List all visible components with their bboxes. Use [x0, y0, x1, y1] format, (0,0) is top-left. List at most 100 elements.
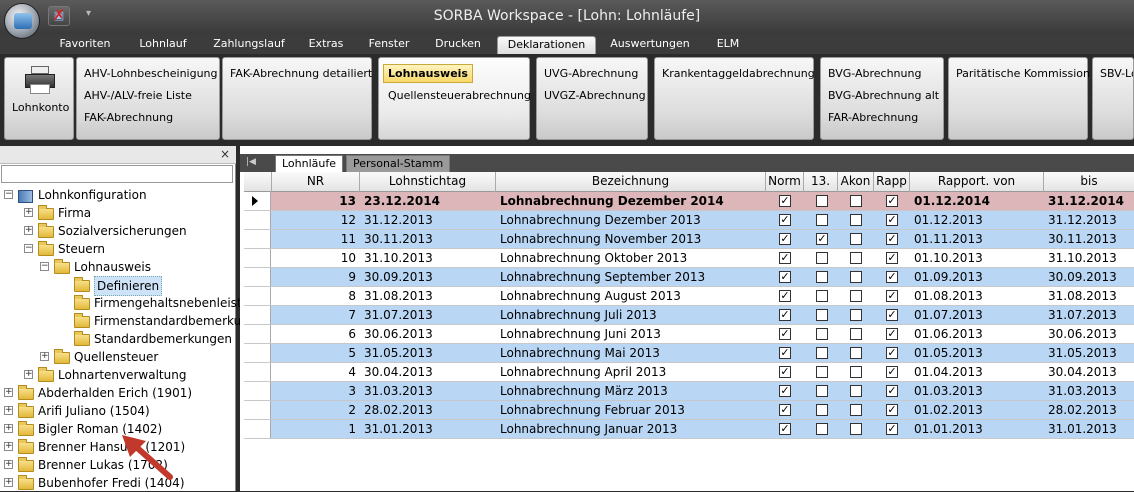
bvg-abrechnung-button[interactable]: BVG-Abrechnung [823, 64, 926, 83]
expand-icon[interactable]: + [24, 370, 33, 379]
ahv-alv-freie-liste-button[interactable]: AHV-/ALV-freie Liste [79, 86, 197, 105]
row-selector[interactable] [244, 249, 271, 267]
checkbox-rapp[interactable]: ✓ [886, 347, 898, 359]
sbv-button[interactable]: SBV-Lo [1095, 64, 1133, 83]
checkbox-m13[interactable] [816, 328, 828, 340]
checkbox-norm[interactable]: ✓ [779, 347, 791, 359]
expand-icon[interactable]: + [4, 478, 13, 487]
tree-item[interactable]: + Firma [0, 204, 236, 222]
checkbox-norm[interactable]: ✓ [779, 309, 791, 321]
checkbox-m13[interactable] [816, 366, 828, 378]
checkbox-akon[interactable] [850, 214, 862, 226]
lohnausweis-button[interactable]: Lohnausweis [383, 64, 473, 83]
tree-item[interactable]: Firmenstandardbemerkungen [0, 312, 271, 330]
checkbox-akon[interactable] [850, 347, 862, 359]
checkbox-akon[interactable] [850, 328, 862, 340]
col-rapp[interactable]: Rapp [874, 172, 910, 192]
checkbox-akon[interactable] [850, 290, 862, 302]
tab-auswertungen[interactable]: Auswertungen [606, 36, 694, 54]
checkbox-m13[interactable] [816, 423, 828, 435]
table-row[interactable]: 6 30.06.2013 Lohnabrechnung Juni 2013 01.06… [244, 325, 1134, 344]
expand-icon[interactable]: + [24, 226, 33, 235]
quellensteuerabrechnung-button[interactable]: Quellensteuerabrechnung [383, 86, 536, 105]
expand-icon[interactable]: + [4, 442, 13, 451]
checkbox-m13[interactable] [816, 252, 828, 264]
row-selector[interactable] [244, 287, 271, 305]
row-selector[interactable] [244, 268, 271, 286]
krankentaggeldabrechnung-button[interactable]: Krankentaggeldabrechnung [657, 64, 820, 83]
col-13[interactable]: 13. [804, 172, 838, 192]
checkbox-akon[interactable] [850, 195, 862, 207]
expand-icon[interactable]: + [4, 424, 13, 433]
expand-icon[interactable]: + [4, 388, 13, 397]
checkbox-norm[interactable]: ✓ [779, 404, 791, 416]
collapse-icon[interactable]: − [40, 262, 49, 271]
tab-extras[interactable]: Extras [302, 36, 350, 54]
expand-icon[interactable]: + [40, 352, 49, 361]
checkbox-rapp[interactable]: ✓ [886, 309, 898, 321]
table-row[interactable]: 5 31.05.2013 Lohnabrechnung Mai 2013 01.05.… [244, 344, 1134, 363]
ahv-lohnbescheinigung-button[interactable]: AHV-Lohnbescheinigung [79, 64, 223, 83]
checkbox-norm[interactable]: ✓ [779, 271, 791, 283]
table-row[interactable]: 7 31.07.2013 Lohnabrechnung Juli 2013 01.07… [244, 306, 1134, 325]
row-selector[interactable] [244, 192, 271, 210]
col-norm[interactable]: Norm [766, 172, 804, 192]
row-selector[interactable] [244, 382, 271, 400]
tree-item[interactable]: + Abderhalden Erich (1901) [0, 384, 236, 402]
tree-item[interactable]: − Lohnkonfiguration [0, 186, 236, 204]
col-lohnstichtag[interactable]: Lohnstichtag [360, 172, 496, 192]
tree-item[interactable]: Firmengehaltsnebenleistungen [0, 294, 279, 312]
checkbox-norm[interactable]: ✓ [779, 195, 791, 207]
row-selector[interactable] [244, 401, 271, 419]
table-row[interactable]: 3 31.03.2013 Lohnabrechnung März 2013 01.03… [244, 382, 1134, 401]
checkbox-akon[interactable] [850, 423, 862, 435]
col-bezeichnung[interactable]: Bezeichnung [496, 172, 766, 192]
table-row[interactable]: 4 30.04.2013 Lohnabrechnung April 2013 01.0… [244, 363, 1134, 382]
checkbox-m13[interactable] [816, 271, 828, 283]
checkbox-rapp[interactable]: ✓ [886, 252, 898, 264]
collapse-icon[interactable]: − [24, 244, 33, 253]
tab-deklarationen[interactable]: Deklarationen [497, 36, 596, 54]
checkbox-rapp[interactable]: ✓ [886, 366, 898, 378]
checkbox-akon[interactable] [850, 309, 862, 321]
checkbox-m13[interactable] [816, 404, 828, 416]
tab-elm[interactable]: ELM [708, 36, 748, 54]
table-row[interactable]: 12 31.12.2013 Lohnabrechnung Dezember 2013… [244, 211, 1134, 230]
table-row[interactable]: 10 31.10.2013 Lohnabrechnung Oktober 2013 0… [244, 249, 1134, 268]
tree-item[interactable]: Standardbemerkungen [0, 330, 236, 348]
tab-drucken[interactable]: Drucken [428, 36, 488, 54]
checkbox-m13[interactable]: ✓ [816, 233, 828, 245]
checkbox-m13[interactable] [816, 214, 828, 226]
table-row[interactable]: 1 31.01.2013 Lohnabrechnung Januar 2013 01.… [244, 420, 1134, 439]
row-selector[interactable] [244, 363, 271, 381]
collapse-icon[interactable]: − [4, 190, 13, 199]
checkbox-norm[interactable]: ✓ [779, 423, 791, 435]
expand-icon[interactable]: + [4, 460, 13, 469]
fak-abrechnung-detailiert-button[interactable]: FAK-Abrechnung detailiert [225, 64, 377, 83]
checkbox-norm[interactable]: ✓ [779, 214, 791, 226]
checkbox-rapp[interactable]: ✓ [886, 328, 898, 340]
checkbox-m13[interactable] [816, 309, 828, 321]
paritaetische-kommission-button[interactable]: Paritätische Kommission [951, 64, 1095, 83]
checkbox-akon[interactable] [850, 271, 862, 283]
table-row[interactable]: 13 23.12.2014 Lohnabrechnung Dezember 2014… [244, 192, 1134, 211]
checkbox-rapp[interactable]: ✓ [886, 271, 898, 283]
tree-item[interactable]: + Arifi Juliano (1504) [0, 402, 236, 420]
checkbox-rapp[interactable]: ✓ [886, 385, 898, 397]
bvg-abrechnung-alt-button[interactable]: BVG-Abrechnung alt [823, 86, 944, 105]
table-row[interactable]: 11 30.11.2013 Lohnabrechnung November 2013… [244, 230, 1134, 249]
tab-fenster[interactable]: Fenster [362, 36, 416, 54]
tab-favoriten[interactable]: Favoriten [52, 36, 118, 54]
checkbox-rapp[interactable]: ✓ [886, 423, 898, 435]
checkbox-rapp[interactable]: ✓ [886, 233, 898, 245]
checkbox-akon[interactable] [850, 233, 862, 245]
tree-item[interactable]: − Steuern [0, 240, 236, 258]
row-selector[interactable] [244, 306, 271, 324]
checkbox-akon[interactable] [850, 366, 862, 378]
row-selector[interactable] [244, 420, 271, 438]
checkbox-norm[interactable]: ✓ [779, 328, 791, 340]
first-record-icon[interactable]: |◀ [246, 157, 256, 167]
table-row[interactable]: 2 28.02.2013 Lohnabrechnung Februar 2013 01… [244, 401, 1134, 420]
checkbox-m13[interactable] [816, 385, 828, 397]
checkbox-rapp[interactable]: ✓ [886, 404, 898, 416]
